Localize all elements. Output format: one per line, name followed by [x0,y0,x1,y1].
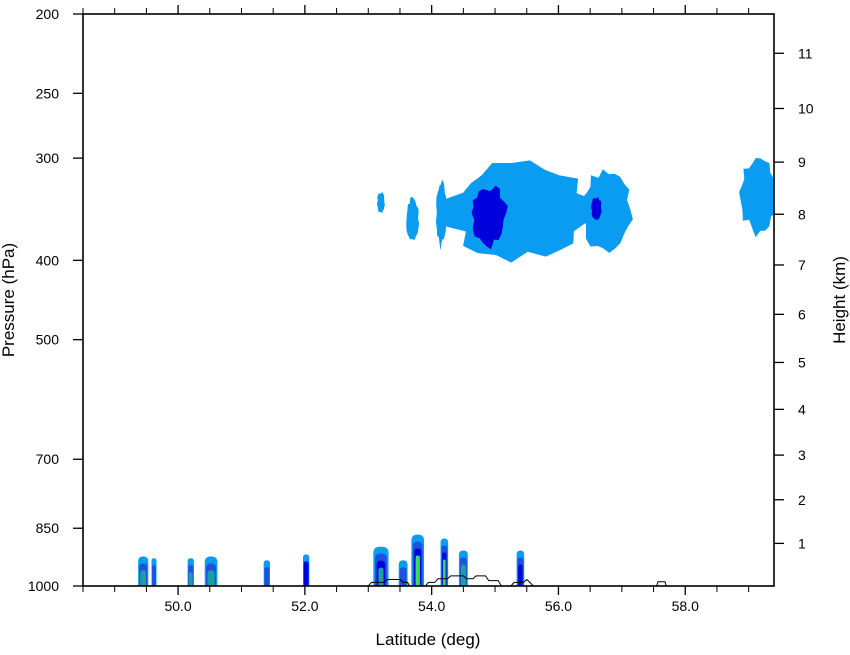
low-cloud-contour [378,567,384,586]
low-cloud-contour [460,564,466,586]
pressure-tick-label: 500 [36,332,60,348]
left-axis-title: Pressure (hPa) [0,243,18,357]
pressure-tick-label: 250 [36,85,60,101]
low-cloud-contour [207,570,215,586]
x-axis-title: Latitude (deg) [376,630,481,649]
x-tick-label: 58.0 [672,598,699,614]
height-tick-label: 11 [798,45,813,61]
height-tick-label: 6 [798,306,806,322]
x-tick-label: 52.0 [291,598,318,614]
height-tick-label: 7 [798,257,806,273]
low-cloud-contour [264,567,270,586]
height-tick-label: 8 [798,206,806,222]
height-tick-label: 4 [798,401,806,417]
right-axis-title: Height (km) [830,256,849,344]
low-cloud-contour [188,572,193,586]
low-cloud-contour [152,565,156,586]
low-cloud-contour [415,555,420,586]
plot-background [83,14,774,586]
x-tick-label: 54.0 [418,598,445,614]
low-cloud-contour [399,567,407,586]
height-tick-label: 2 [798,492,806,508]
pressure-tick-label: 700 [36,451,60,467]
low-cloud-contour [303,561,309,586]
cross-section-chart: 50.0 52.0 54.0 56.0 58.020025030040050070085… [0,5,849,649]
height-tick-label: 9 [798,154,806,170]
height-tick-label: 10 [798,100,814,116]
x-tick-label: 50.0 [164,598,191,614]
low-cloud-contour [140,570,147,586]
chart-container: 50.0 52.0 54.0 56.0 58.0 200 250 300 400 500 700 85… [0,0,850,650]
height-tick-label: 1 [798,535,806,551]
pressure-tick-label: 850 [36,520,60,536]
pressure-tick-label: 1000 [28,578,59,594]
pressure-tick-label: 400 [36,252,60,268]
x-tick-label: 56.0 [545,598,572,614]
height-tick-label: 3 [798,447,806,463]
height-tick-label: 5 [798,354,806,370]
pressure-tick-label: 200 [36,6,60,22]
pressure-tick-label: 300 [36,150,60,166]
low-cloud-contour [443,559,446,586]
